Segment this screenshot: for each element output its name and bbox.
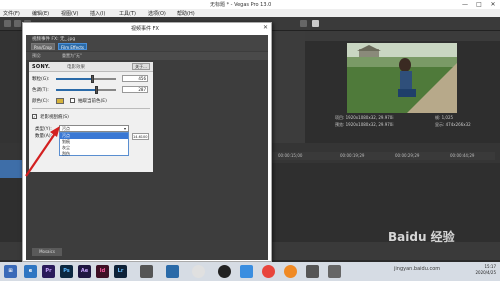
menu-view[interactable]: 视图(V) [61, 10, 78, 17]
preview-quality-icon[interactable] [312, 20, 319, 27]
menu-help[interactable]: 帮助(H) [177, 10, 195, 17]
grain-slider-thumb[interactable] [91, 75, 94, 83]
grain-slider[interactable] [56, 75, 116, 83]
close-button[interactable]: ✕ [486, 0, 500, 9]
open-icon[interactable] [14, 20, 21, 27]
ruler-tick: 00:00:19;29 [340, 153, 365, 158]
color-label: 颜色(C): [32, 99, 50, 104]
window-title: 无标题 * - Vegas Pro 13.0 [210, 2, 272, 8]
type-dropdown-value: 污点 [62, 126, 70, 131]
app-icon[interactable] [306, 265, 319, 278]
menu-insert[interactable]: 插入(I) [90, 10, 105, 17]
chrome-icon[interactable] [262, 265, 275, 278]
color-swatch[interactable] [56, 98, 64, 104]
dialog-titlebar: 视频事件 FX ✕ [23, 23, 271, 33]
tone-value[interactable]: 287 [122, 86, 148, 93]
type-dropdown[interactable]: 污点 ▾ [59, 125, 129, 132]
ball-icon[interactable] [192, 265, 205, 278]
tone-slider[interactable] [56, 86, 116, 94]
ruler-tick: 00:00:15;00 [278, 153, 303, 158]
tone-slider-thumb[interactable] [95, 86, 98, 94]
start-icon[interactable]: ⊞ [4, 265, 17, 278]
preset-bar: 预设: 重置为"无" [26, 52, 268, 60]
preview-toolbar [305, 31, 500, 41]
watermark-url: jingyan.baidu.com [394, 266, 441, 272]
plugin-header: SONY. 电影效果 关于... [29, 62, 153, 72]
type-label: 类型(Y): [35, 127, 52, 132]
pan-crop-button[interactable]: Pan/Crop [31, 43, 55, 50]
plugin-panel: SONY. 电影效果 关于... 颗粒(G): 456 色调(T): 287 颜… [29, 62, 153, 172]
plugin-name: 电影效果 [67, 65, 85, 70]
type-option[interactable]: 刮伤 [60, 151, 128, 157]
video-event-fx-dialog: 视频事件 FX ✕ 视频事件 FX: 无_.jpg Pan/Crop Film … [22, 22, 272, 262]
photoshop-icon[interactable]: Ps [60, 265, 73, 278]
close-icon[interactable]: ✕ [263, 24, 268, 31]
menu-options[interactable]: 选项(O) [148, 10, 166, 17]
bottom-tab[interactable]: Mosaics [32, 248, 62, 256]
preview-info: 项目: 1920x1080x32, 29.970i 预览: 1920x1080x… [335, 115, 500, 141]
grain-value[interactable]: 456 [122, 75, 148, 82]
vegas-icon[interactable] [166, 265, 179, 278]
color-param: 颜色(C): 抽取当前色(E) [32, 96, 150, 106]
type-dropdown-list: 污点 划痕 灰尘 刮伤 [59, 132, 129, 156]
qq-icon[interactable] [218, 265, 231, 278]
lightroom-icon[interactable]: Lr [114, 265, 127, 278]
amount-label: 数量(A): [35, 134, 53, 139]
indesign-icon[interactable]: Id [96, 265, 109, 278]
fx-chain-bar: 视频事件 FX: 无_.jpg Pan/Crop Film Effects [26, 35, 268, 51]
extract-color-checkbox[interactable] [70, 98, 75, 103]
timeline-ruler[interactable]: 00:00:15;00 00:00:19;29 00:00:29;29 00:0… [270, 152, 495, 160]
baidu-watermark: Baidu 经验 [388, 230, 455, 244]
browser-icon[interactable] [284, 265, 297, 278]
ruler-tick: 00:00:29;29 [395, 153, 420, 158]
tone-label: 色调(T): [32, 88, 49, 93]
extract-color-label: 抽取当前色(E) [78, 99, 107, 104]
menu-file[interactable]: 文件(F) [3, 10, 20, 17]
window-titlebar: 无标题 * - Vegas Pro 13.0 — □ ✕ [0, 0, 500, 9]
frame-info: 帧: 1,025 [435, 115, 454, 120]
ruler-tick: 00:00:44;29 [450, 153, 475, 158]
divider [32, 108, 150, 109]
clock-date: 2020/4/25 [475, 270, 496, 275]
amount-value[interactable]: 14.6100 [132, 133, 149, 140]
scratch-param: ✓ 老影视刮痕(S) [32, 112, 150, 122]
preview-res-info: 预览: 1920x1080x32, 29.970i [335, 122, 394, 127]
preview-settings-icon[interactable] [300, 20, 307, 27]
minimize-button[interactable]: — [458, 0, 472, 9]
project-info: 项目: 1920x1080x32, 29.970i [335, 115, 394, 120]
system-clock: 15:17 2020/4/25 [475, 264, 496, 276]
scratch-checkbox[interactable]: ✓ [32, 114, 37, 119]
grain-label: 颗粒(G): [32, 77, 50, 82]
preset-dropdown[interactable]: 重置为"无" [62, 53, 82, 59]
preset-label: 预设: [32, 53, 42, 58]
menu-tools[interactable]: 工具(T) [119, 10, 136, 17]
film-effects-button[interactable]: Film Effects [58, 43, 87, 50]
new-icon[interactable] [4, 20, 11, 27]
trimmer-pane [270, 31, 310, 161]
dialog-body: 视频事件 FX: 无_.jpg Pan/Crop Film Effects 预设… [26, 35, 268, 260]
menu-edit[interactable]: 编辑(E) [32, 10, 49, 17]
app-icon[interactable] [140, 265, 153, 278]
video-preview-window: 项目: 1920x1080x32, 29.970i 预览: 1920x1080x… [305, 31, 500, 143]
ie-icon[interactable]: e [24, 265, 37, 278]
dialog-title: 视频事件 FX [131, 26, 159, 32]
premiere-icon[interactable]: Pr [42, 265, 55, 278]
menu-bar: 文件(F) 编辑(E) 视图(V) 插入(I) 工具(T) 选项(O) 帮助(H… [0, 9, 500, 17]
about-button[interactable]: 关于... [132, 63, 150, 70]
folder-icon[interactable] [240, 265, 253, 278]
fx-chain-label: 视频事件 FX: 无_.jpg [32, 37, 76, 42]
tone-param: 色调(T): 287 [32, 85, 150, 95]
maximize-button[interactable]: □ [472, 0, 486, 9]
aftereffects-icon[interactable]: Ae [78, 265, 91, 278]
scratch-label: 老影视刮痕(S) [40, 115, 69, 120]
app-icon[interactable] [328, 265, 341, 278]
sony-logo: SONY. [32, 64, 51, 70]
preview-image [347, 43, 457, 113]
display-info: 显示: 474x266x32 [435, 122, 471, 127]
video-track-header[interactable] [0, 160, 22, 178]
project-media-pane [0, 31, 22, 161]
grain-param: 颗粒(G): 456 [32, 74, 150, 84]
